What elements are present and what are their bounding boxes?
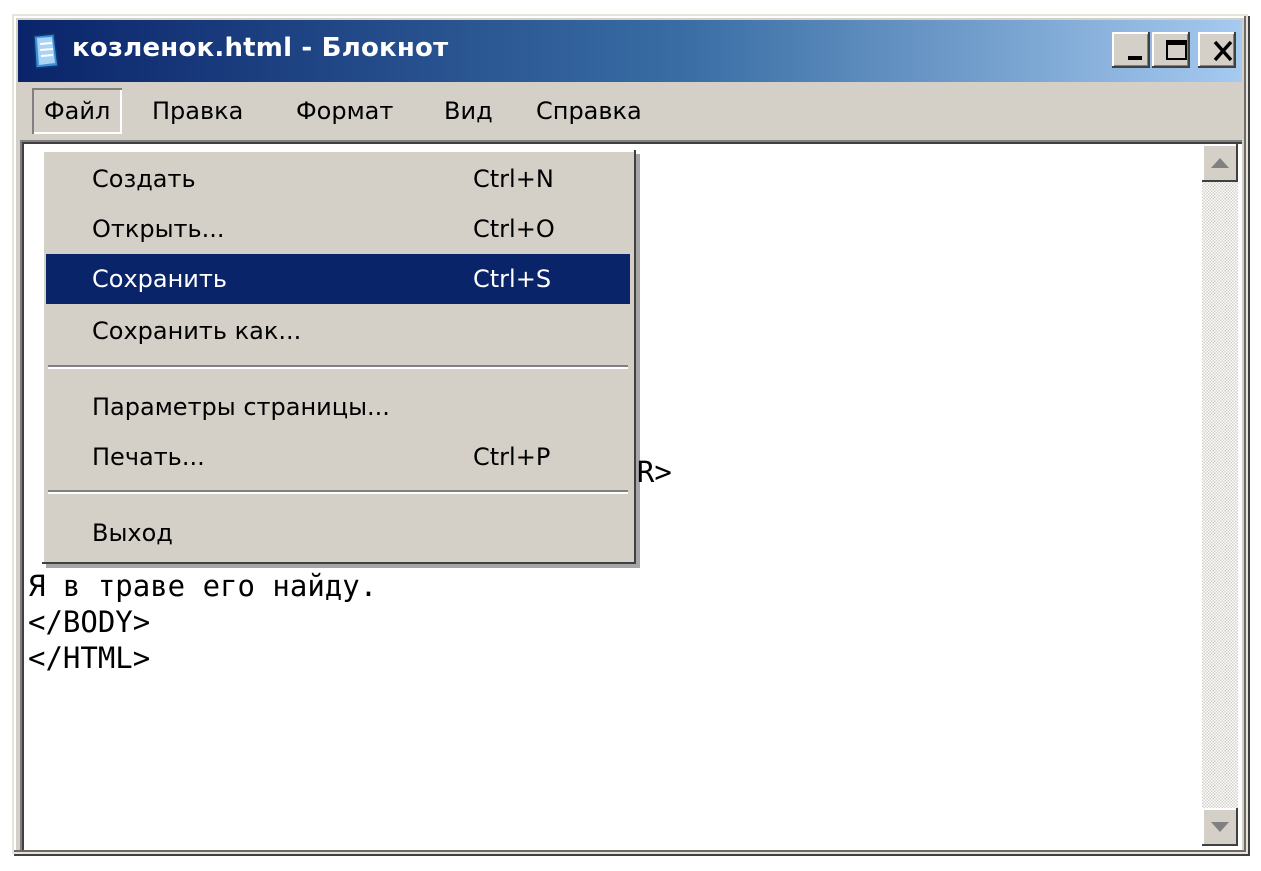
menu-item-page-setup[interactable]: Параметры страницы...	[46, 382, 630, 432]
editor-line: </BODY>	[28, 605, 151, 639]
vertical-scrollbar[interactable]	[1202, 144, 1238, 846]
menu-item-label: Выход	[92, 519, 173, 547]
scroll-down-button[interactable]	[1202, 808, 1238, 846]
menu-item-shortcut: Ctrl+O	[473, 215, 555, 243]
title-bar[interactable]: козленок.html - Блокнот	[18, 20, 1242, 82]
menu-item-exit[interactable]: Выход	[46, 508, 630, 558]
maximize-button[interactable]	[1152, 32, 1190, 68]
menu-item-label: Параметры страницы...	[92, 393, 390, 421]
window-title: козленок.html - Блокнот	[72, 33, 449, 63]
menu-item-new[interactable]: Создать Ctrl+N	[46, 154, 630, 204]
close-button[interactable]	[1198, 32, 1236, 68]
menu-item-label: Сохранить	[92, 265, 227, 293]
menu-item-shortcut: Ctrl+P	[473, 443, 551, 471]
editor-line: Я в траве его найду.	[28, 569, 378, 603]
menu-item-label: Открыть...	[92, 215, 225, 243]
menu-item-print[interactable]: Печать... Ctrl+P	[46, 432, 630, 482]
maximize-icon	[1166, 40, 1187, 60]
menu-file[interactable]: Файл	[32, 88, 122, 134]
minimize-button[interactable]	[1112, 32, 1150, 68]
menu-item-label: Создать	[92, 165, 196, 193]
menu-item-shortcut: Ctrl+N	[473, 165, 554, 193]
menu-item-save[interactable]: Сохранить Ctrl+S	[46, 254, 630, 304]
menu-help[interactable]: Справка	[524, 88, 654, 134]
menu-edit[interactable]: Правка	[140, 88, 255, 134]
notepad-window: козленок.html - Блокнот Файл Правка Форм…	[12, 14, 1248, 854]
menu-separator	[48, 365, 628, 369]
file-menu-dropdown: Создать Ctrl+N Открыть... Ctrl+O Сохрани…	[42, 150, 636, 564]
menu-bar: Файл Правка Формат Вид Справка	[18, 88, 1242, 136]
menu-format[interactable]: Формат	[284, 88, 405, 134]
menu-separator	[48, 490, 628, 494]
menu-item-shortcut: Ctrl+S	[473, 265, 552, 293]
menu-item-open[interactable]: Открыть... Ctrl+O	[46, 204, 630, 254]
minimize-icon	[1128, 56, 1142, 60]
editor-line: </HTML>	[28, 641, 151, 675]
menu-item-label: Печать...	[92, 443, 205, 471]
menu-item-save-as[interactable]: Сохранить как...	[46, 306, 630, 356]
arrow-up-icon	[1211, 158, 1229, 168]
menu-item-label: Сохранить как...	[92, 317, 302, 345]
notepad-icon	[28, 32, 62, 70]
close-icon	[1213, 40, 1233, 62]
menu-view[interactable]: Вид	[432, 88, 505, 134]
scroll-up-button[interactable]	[1202, 144, 1238, 182]
arrow-down-icon	[1211, 822, 1229, 832]
